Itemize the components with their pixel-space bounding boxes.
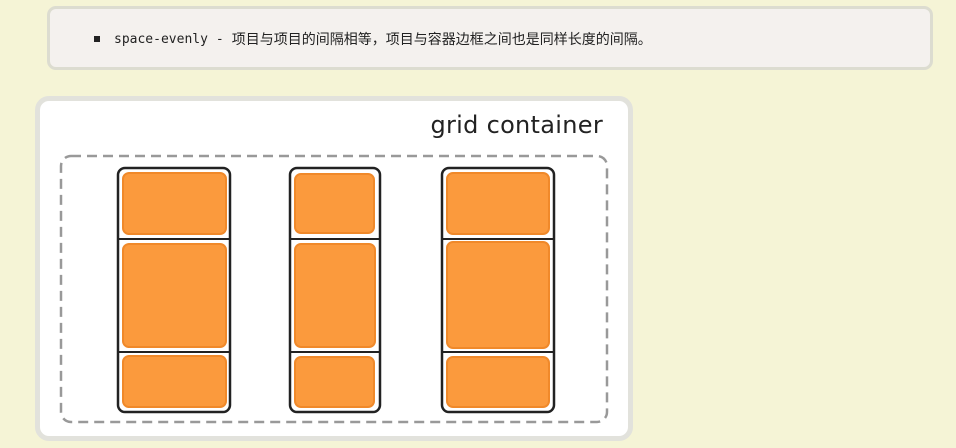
property-code: space-evenly [114,31,208,47]
grid-diagram [59,154,609,424]
grid-item [446,172,550,235]
grid-track-2 [288,166,382,414]
grid-item [122,243,227,348]
figure-title: grid container [430,111,603,139]
grid-item [446,356,550,408]
bullet-icon [94,36,100,42]
grid-track-1 [116,166,232,414]
grid-item [446,241,550,349]
grid-item [294,243,376,348]
note-list: space-evenly - 项目与项目的间隔相等，项目与容器边框之间也是同样长… [94,29,652,49]
grid-item [122,355,227,408]
separator: - [215,31,224,47]
note-box: space-evenly - 项目与项目的间隔相等，项目与容器边框之间也是同样长… [47,6,933,70]
grid-illustration: grid container [35,96,633,441]
grid-item [294,173,375,234]
property-description: 项目与项目的间隔相等，项目与容器边框之间也是同样长度的间隔。 [231,32,652,48]
grid-track-3 [440,166,556,414]
grid-item [122,172,227,235]
grid-item [294,356,375,408]
list-item: space-evenly - 项目与项目的间隔相等，项目与容器边框之间也是同样长… [94,29,652,49]
